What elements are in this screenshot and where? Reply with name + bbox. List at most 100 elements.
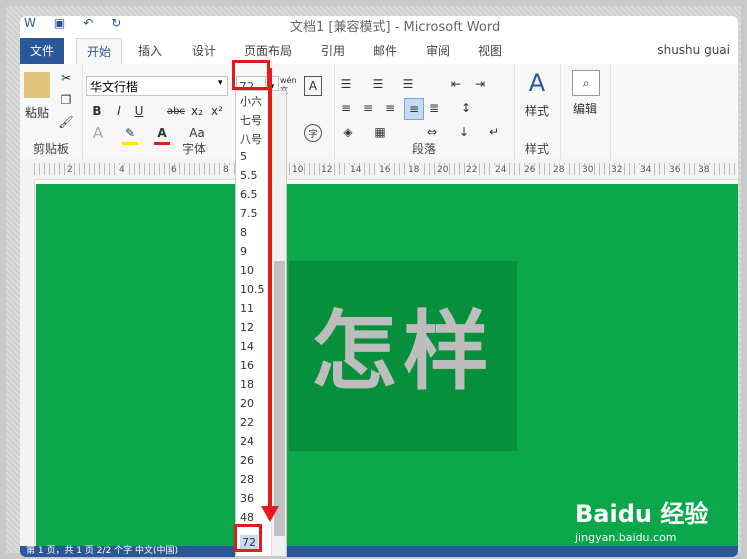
font-size-option[interactable]: 七号 (240, 112, 262, 128)
screenshot-frame: W ▣ ↶ ↻ 文档1 [兼容模式] - Microsoft Word 文件 开… (0, 0, 747, 559)
subscript-button[interactable]: x₂ (190, 102, 204, 120)
undo-icon[interactable]: ↶ (83, 16, 93, 30)
font-name-caret-icon[interactable]: ▾ (218, 78, 223, 88)
increase-indent-icon[interactable]: ⇥ (472, 76, 488, 92)
dropdown-scroll-thumb[interactable] (274, 261, 285, 536)
paste-icon[interactable] (24, 72, 50, 98)
tab-home[interactable]: 开始 (76, 38, 123, 66)
show-marks-icon[interactable]: ↵ (486, 124, 502, 140)
font-size-option[interactable]: 16 (240, 359, 254, 372)
bold-button[interactable]: B (90, 102, 104, 120)
align-right-icon[interactable]: ≡ (382, 100, 398, 116)
editing-group: ⌕ 编辑 (560, 64, 611, 159)
font-size-option[interactable]: 9 (240, 245, 247, 258)
font-size-option[interactable]: 14 (240, 340, 254, 353)
font-size-option[interactable]: 24 (240, 435, 254, 448)
ruler-tick: 8 (222, 165, 230, 175)
font-size-option[interactable]: 5.5 (240, 169, 258, 182)
decrease-indent-icon[interactable]: ⇤ (448, 76, 464, 92)
font-size-option[interactable]: 36 (240, 492, 254, 505)
tab-mailings[interactable]: 邮件 (363, 38, 407, 64)
styles-group: A 样式 样式 (514, 64, 561, 159)
font-size-option[interactable]: 20 (240, 397, 254, 410)
ruler-tick: 14 (349, 165, 363, 175)
styles-icon[interactable]: A (524, 69, 550, 97)
align-left-icon[interactable]: ≡ (338, 100, 354, 116)
change-case-button[interactable]: Aa (186, 124, 208, 142)
font-size-option[interactable]: 八号 (240, 131, 262, 147)
word-icon[interactable]: W (24, 16, 36, 30)
font-size-option[interactable]: 12 (240, 321, 254, 334)
distributed-icon[interactable]: ≣ (426, 100, 442, 116)
font-size-option[interactable]: 18 (240, 378, 254, 391)
horizontal-ruler[interactable]: 2 4 6 8 10 12 14 16 18 20 22 24 26 28 30… (20, 159, 738, 180)
borders-icon[interactable]: ▦ (372, 124, 388, 140)
vertical-ruler[interactable] (20, 179, 35, 557)
copy-icon[interactable]: ❐ (58, 92, 74, 108)
baidu-watermark: Baidu 经验 jingyan.baidu.com (575, 494, 708, 544)
font-size-option[interactable]: 10.5 (240, 283, 265, 296)
annotation-arrow (268, 68, 272, 508)
chinese-layout-icon[interactable]: ⇔ (424, 124, 440, 140)
font-size-option[interactable]: 26 (240, 454, 254, 467)
italic-button[interactable]: I (112, 102, 126, 120)
font-size-option[interactable]: 10 (240, 264, 254, 277)
sort-icon[interactable]: ↓ (456, 124, 472, 140)
document-text[interactable]: 怎样 (289, 281, 517, 406)
bullets-icon[interactable]: ☰ (338, 76, 354, 92)
paste-button[interactable]: 粘贴 (22, 104, 52, 120)
font-color-icon[interactable]: A (154, 124, 170, 145)
ruler-tick: 20 (436, 165, 450, 175)
ruler-tick: 30 (581, 165, 595, 175)
format-painter-icon[interactable]: 🖌 (58, 114, 74, 130)
justify-icon[interactable]: ≡ (404, 98, 424, 120)
ruler-tick: 28 (552, 165, 566, 175)
watermark-url: jingyan.baidu.com (575, 531, 677, 544)
styles-label: 样式 (524, 142, 549, 156)
font-size-dropdown[interactable]: 小六 七号 八号 5 5.5 6.5 7.5 8 9 10 10.5 11 12… (235, 90, 287, 557)
paragraph-label: 段落 (411, 142, 436, 156)
font-size-option[interactable]: 6.5 (240, 188, 258, 201)
user-name[interactable]: shushu guai (657, 36, 730, 64)
styles-button[interactable]: 样式 (518, 102, 556, 118)
multilevel-list-icon[interactable]: ☰ (400, 76, 416, 92)
tab-insert[interactable]: 插入 (128, 38, 172, 64)
enclose-characters-icon[interactable]: 字 (304, 124, 322, 142)
font-size-option[interactable]: 11 (240, 302, 254, 315)
editing-button[interactable]: 编辑 (566, 100, 604, 116)
shading-icon[interactable]: ◈ (340, 124, 356, 140)
text-box[interactable]: 怎样 (289, 261, 517, 451)
font-name-input[interactable]: 华文行楷 (86, 76, 228, 96)
tab-references[interactable]: 引用 (311, 38, 355, 64)
numbering-icon[interactable]: ☰ (370, 76, 386, 92)
character-border-button[interactable]: A (304, 76, 322, 96)
quick-access-toolbar: W ▣ ↶ ↻ (24, 16, 121, 30)
ruler-tick: 22 (465, 165, 479, 175)
text-effects-icon[interactable]: A (90, 124, 106, 142)
tab-design[interactable]: 设计 (182, 38, 226, 64)
underline-button[interactable]: U (132, 102, 146, 120)
font-size-option[interactable]: 5 (240, 150, 247, 163)
redo-icon[interactable]: ↻ (111, 16, 121, 30)
align-center-icon[interactable]: ≡ (360, 100, 376, 116)
line-spacing-icon[interactable]: ↕ (458, 100, 474, 116)
strikethrough-button[interactable]: abc (164, 102, 188, 120)
font-size-option[interactable]: 8 (240, 226, 247, 239)
font-size-option[interactable]: 48 (240, 511, 254, 524)
save-icon[interactable]: ▣ (54, 16, 65, 30)
tab-file[interactable]: 文件 (20, 38, 65, 64)
tab-view[interactable]: 视图 (468, 38, 512, 64)
highlight-icon[interactable]: ✎ (122, 124, 138, 145)
document-page[interactable]: 怎样 (36, 184, 738, 546)
ruler-tick: 36 (668, 165, 682, 175)
superscript-button[interactable]: x² (210, 102, 224, 120)
font-size-option[interactable]: 28 (240, 473, 254, 486)
font-size-option[interactable]: 小六 (240, 93, 262, 109)
cut-icon[interactable]: ✂ (58, 70, 74, 86)
tab-review[interactable]: 审阅 (416, 38, 460, 64)
binoculars-icon[interactable]: ⌕ (572, 70, 600, 96)
dropdown-scrollbar[interactable] (271, 91, 286, 556)
font-size-option[interactable]: 22 (240, 416, 254, 429)
window-title: 文档1 [兼容模式] - Microsoft Word (290, 20, 501, 35)
font-size-option[interactable]: 7.5 (240, 207, 258, 220)
